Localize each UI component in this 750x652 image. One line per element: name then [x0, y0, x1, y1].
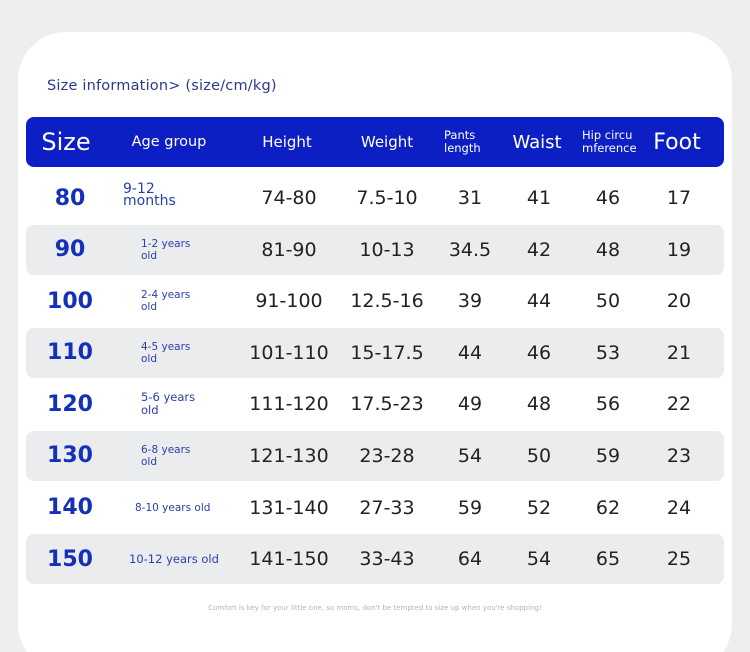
cell-waist: 41	[526, 187, 552, 209]
cell-age-group: 2-4 years old	[141, 276, 221, 326]
cell-hip: 53	[595, 341, 621, 364]
header-hip-circumference: Hip circu mference	[582, 117, 637, 167]
age-line1: 9-12 months	[123, 181, 176, 209]
age-line1: 6-8 years	[141, 443, 191, 456]
cell-age-group: 5-6 years old	[141, 379, 221, 429]
cell-weight: 23-28	[359, 444, 415, 467]
cell-weight: 12.5-16	[350, 290, 424, 313]
age-line2: old	[141, 352, 158, 365]
cell-hip: 56	[595, 393, 621, 416]
cell-pants-length: 44	[457, 341, 483, 364]
cell-pants-length: 59	[457, 496, 483, 519]
table-row: 150 10-12 years old 141-150 33-43 64 54 …	[26, 534, 724, 585]
cell-waist: 48	[526, 393, 552, 416]
cell-weight: 7.5-10	[356, 187, 418, 209]
cell-age-group: 8-10 years old	[135, 483, 245, 533]
cell-hip: 50	[595, 290, 621, 313]
footer-note: Comfort is key for your little one, so m…	[208, 604, 542, 612]
table-row: 130 6-8 years old 121-130 23-28 54 50 59 …	[26, 430, 724, 481]
table-header: Size Age group Height Weight Pants lengt…	[26, 117, 724, 167]
age-line2: old	[141, 249, 158, 262]
header-waist: Waist	[512, 131, 562, 153]
cell-foot: 24	[666, 496, 692, 519]
cell-height: 91-100	[255, 290, 323, 313]
age-line2: old	[141, 403, 159, 418]
cell-size: 140	[47, 495, 93, 521]
cell-hip: 62	[595, 496, 621, 519]
age-line1: 10-12 years old	[129, 552, 219, 567]
cell-height: 121-130	[249, 444, 329, 467]
table-row: 110 4-5 years old 101-110 15-17.5 44 46 5…	[26, 327, 724, 378]
cell-foot: 21	[666, 341, 692, 364]
header-foot: Foot	[653, 129, 701, 155]
table-row: 120 5-6 years old 111-120 17.5-23 49 48 5…	[26, 379, 724, 429]
cell-size: 90	[54, 237, 86, 263]
cell-hip: 59	[595, 444, 621, 467]
header-height: Height	[262, 133, 312, 151]
page-title: Size information> (size/cm/kg)	[47, 78, 277, 94]
cell-weight: 10-13	[359, 238, 415, 261]
cell-weight: 15-17.5	[350, 341, 424, 364]
table-row: 90 1-2 years old 81-90 10-13 34.5 42 48 1…	[26, 224, 724, 275]
cell-waist: 52	[526, 496, 552, 519]
cell-age-group: 1-2 years old	[141, 225, 221, 275]
table-row: 140 8-10 years old 131-140 27-33 59 52 6…	[26, 483, 724, 533]
table-row: 100 2-4 years old 91-100 12.5-16 39 44 50…	[26, 276, 724, 326]
cell-hip: 48	[595, 238, 621, 261]
cell-foot: 23	[666, 444, 692, 467]
cell-size: 110	[47, 340, 93, 366]
cell-size: 120	[47, 391, 93, 417]
cell-height: 81-90	[261, 238, 317, 261]
cell-age-group: 10-12 years old	[129, 534, 239, 584]
cell-waist: 54	[526, 548, 552, 571]
cell-weight: 17.5-23	[350, 393, 424, 416]
cell-height: 131-140	[249, 496, 329, 519]
header-pants-line2: length	[444, 141, 481, 155]
cell-weight: 33-43	[359, 548, 415, 571]
cell-foot: 17	[666, 187, 692, 209]
cell-pants-length: 39	[457, 290, 483, 313]
age-line2: old	[141, 301, 158, 314]
header-size: Size	[41, 128, 91, 156]
header-age-group: Age group	[131, 134, 207, 150]
cell-weight: 27-33	[359, 496, 415, 519]
cell-height: 101-110	[249, 341, 329, 364]
cell-hip: 65	[595, 548, 621, 571]
cell-pants-length: 34.5	[448, 238, 492, 261]
header-hip-line2: mference	[582, 141, 637, 155]
age-line1: 2-4 years	[141, 289, 191, 302]
size-table-body: 80 9-12 months 74-80 7.5-10 31 41 46 17 …	[26, 173, 724, 586]
cell-pants-length: 64	[457, 548, 483, 571]
cell-size: 80	[54, 185, 86, 211]
cell-age-group: 6-8 years old	[141, 431, 221, 481]
age-line2: old	[141, 455, 158, 468]
header-weight: Weight	[360, 133, 414, 151]
cell-pants-length: 54	[457, 444, 483, 467]
cell-size: 150	[47, 546, 93, 572]
age-line1: 4-5 years	[141, 340, 191, 353]
cell-waist: 46	[526, 341, 552, 364]
cell-foot: 22	[666, 393, 692, 416]
cell-height: 111-120	[249, 393, 329, 416]
cell-waist: 44	[526, 290, 552, 313]
age-line1: 8-10 years old	[135, 501, 211, 514]
cell-foot: 19	[666, 238, 692, 261]
cell-waist: 50	[526, 444, 552, 467]
cell-height: 74-80	[261, 187, 317, 209]
cell-waist: 42	[526, 238, 552, 261]
cell-size: 100	[47, 288, 93, 314]
cell-hip: 46	[595, 187, 621, 209]
header-pants-length: Pants length	[444, 117, 481, 167]
cell-pants-length: 31	[457, 187, 483, 209]
cell-size: 130	[47, 443, 93, 469]
cell-foot: 25	[666, 548, 692, 571]
cell-age-group: 9-12 months	[123, 173, 203, 217]
age-line1: 1-2 years	[141, 237, 191, 250]
table-row: 80 9-12 months 74-80 7.5-10 31 41 46 17	[26, 173, 724, 223]
cell-height: 141-150	[249, 548, 329, 571]
cell-foot: 20	[666, 290, 692, 313]
cell-age-group: 4-5 years old	[141, 328, 221, 378]
cell-pants-length: 49	[457, 393, 483, 416]
